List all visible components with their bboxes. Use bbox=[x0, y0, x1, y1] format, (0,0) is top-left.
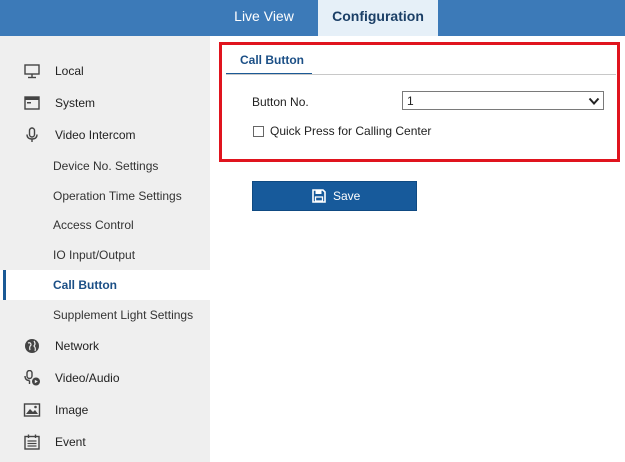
sidebar: Local System Video Intercom Device No. S… bbox=[0, 36, 210, 462]
active-indicator bbox=[3, 270, 6, 300]
sidebar-item-label: Event bbox=[55, 435, 86, 449]
tab-call-button[interactable]: Call Button bbox=[226, 48, 312, 75]
sidebar-item-video-intercom[interactable]: Video Intercom bbox=[0, 120, 210, 150]
tab-divider bbox=[226, 74, 616, 75]
tab-call-button-label: Call Button bbox=[240, 53, 304, 67]
save-button-label: Save bbox=[333, 189, 361, 203]
sidebar-item-video-audio[interactable]: Video/Audio bbox=[0, 363, 210, 393]
sidebar-item-label: Image bbox=[55, 403, 89, 417]
button-no-select[interactable]: 1 bbox=[402, 91, 604, 110]
image-icon bbox=[23, 402, 41, 418]
sidebar-subitem-supplement-light-settings[interactable]: Supplement Light Settings bbox=[0, 300, 210, 330]
monitor-icon bbox=[23, 63, 41, 79]
sidebar-item-label: Video Intercom bbox=[55, 128, 136, 142]
sidebar-subitem-io-input-output[interactable]: IO Input/Output bbox=[0, 240, 210, 270]
sidebar-subitem-label: Access Control bbox=[53, 218, 134, 232]
sidebar-subitem-label: IO Input/Output bbox=[53, 248, 136, 262]
sidebar-item-label: Local bbox=[55, 64, 84, 78]
sidebar-subitem-label: Device No. Settings bbox=[53, 159, 159, 173]
sidebar-item-label: Network bbox=[55, 339, 100, 353]
floppy-disk-icon bbox=[312, 189, 326, 203]
quick-press-label: Quick Press for Calling Center bbox=[270, 124, 432, 138]
sidebar-subitem-call-button[interactable]: Call Button bbox=[0, 270, 210, 300]
sidebar-item-image[interactable]: Image bbox=[0, 395, 210, 425]
sidebar-subitem-access-control[interactable]: Access Control bbox=[0, 210, 210, 240]
sidebar-subitem-label: Call Button bbox=[53, 278, 117, 292]
sidebar-item-label: Video/Audio bbox=[55, 371, 120, 385]
mic-video-icon bbox=[23, 370, 41, 386]
sidebar-subitem-device-no-settings[interactable]: Device No. Settings bbox=[0, 151, 210, 181]
top-nav-tabs: Live View Configuration bbox=[210, 0, 438, 36]
tab-live-view[interactable]: Live View bbox=[210, 0, 318, 36]
button-no-value: 1 bbox=[407, 94, 414, 108]
sidebar-subitem-label: Operation Time Settings bbox=[53, 189, 182, 203]
calendar-icon bbox=[23, 434, 41, 450]
sidebar-item-event[interactable]: Event bbox=[0, 427, 210, 457]
save-button[interactable]: Save bbox=[252, 181, 417, 211]
top-navigation-bar: Live View Configuration bbox=[0, 0, 625, 36]
sidebar-item-local[interactable]: Local bbox=[0, 56, 210, 86]
sidebar-item-system[interactable]: System bbox=[0, 88, 210, 118]
globe-icon bbox=[23, 338, 41, 354]
system-window-icon bbox=[23, 95, 41, 111]
button-no-label: Button No. bbox=[252, 95, 309, 109]
tab-configuration[interactable]: Configuration bbox=[318, 0, 438, 36]
sidebar-subitem-operation-time-settings[interactable]: Operation Time Settings bbox=[0, 181, 210, 211]
chevron-down-icon bbox=[588, 95, 600, 107]
quick-press-checkbox[interactable] bbox=[253, 126, 264, 137]
sidebar-item-label: System bbox=[55, 96, 96, 110]
sidebar-item-network[interactable]: Network bbox=[0, 331, 210, 361]
sidebar-subitem-label: Supplement Light Settings bbox=[53, 308, 194, 322]
microphone-icon bbox=[23, 127, 41, 143]
